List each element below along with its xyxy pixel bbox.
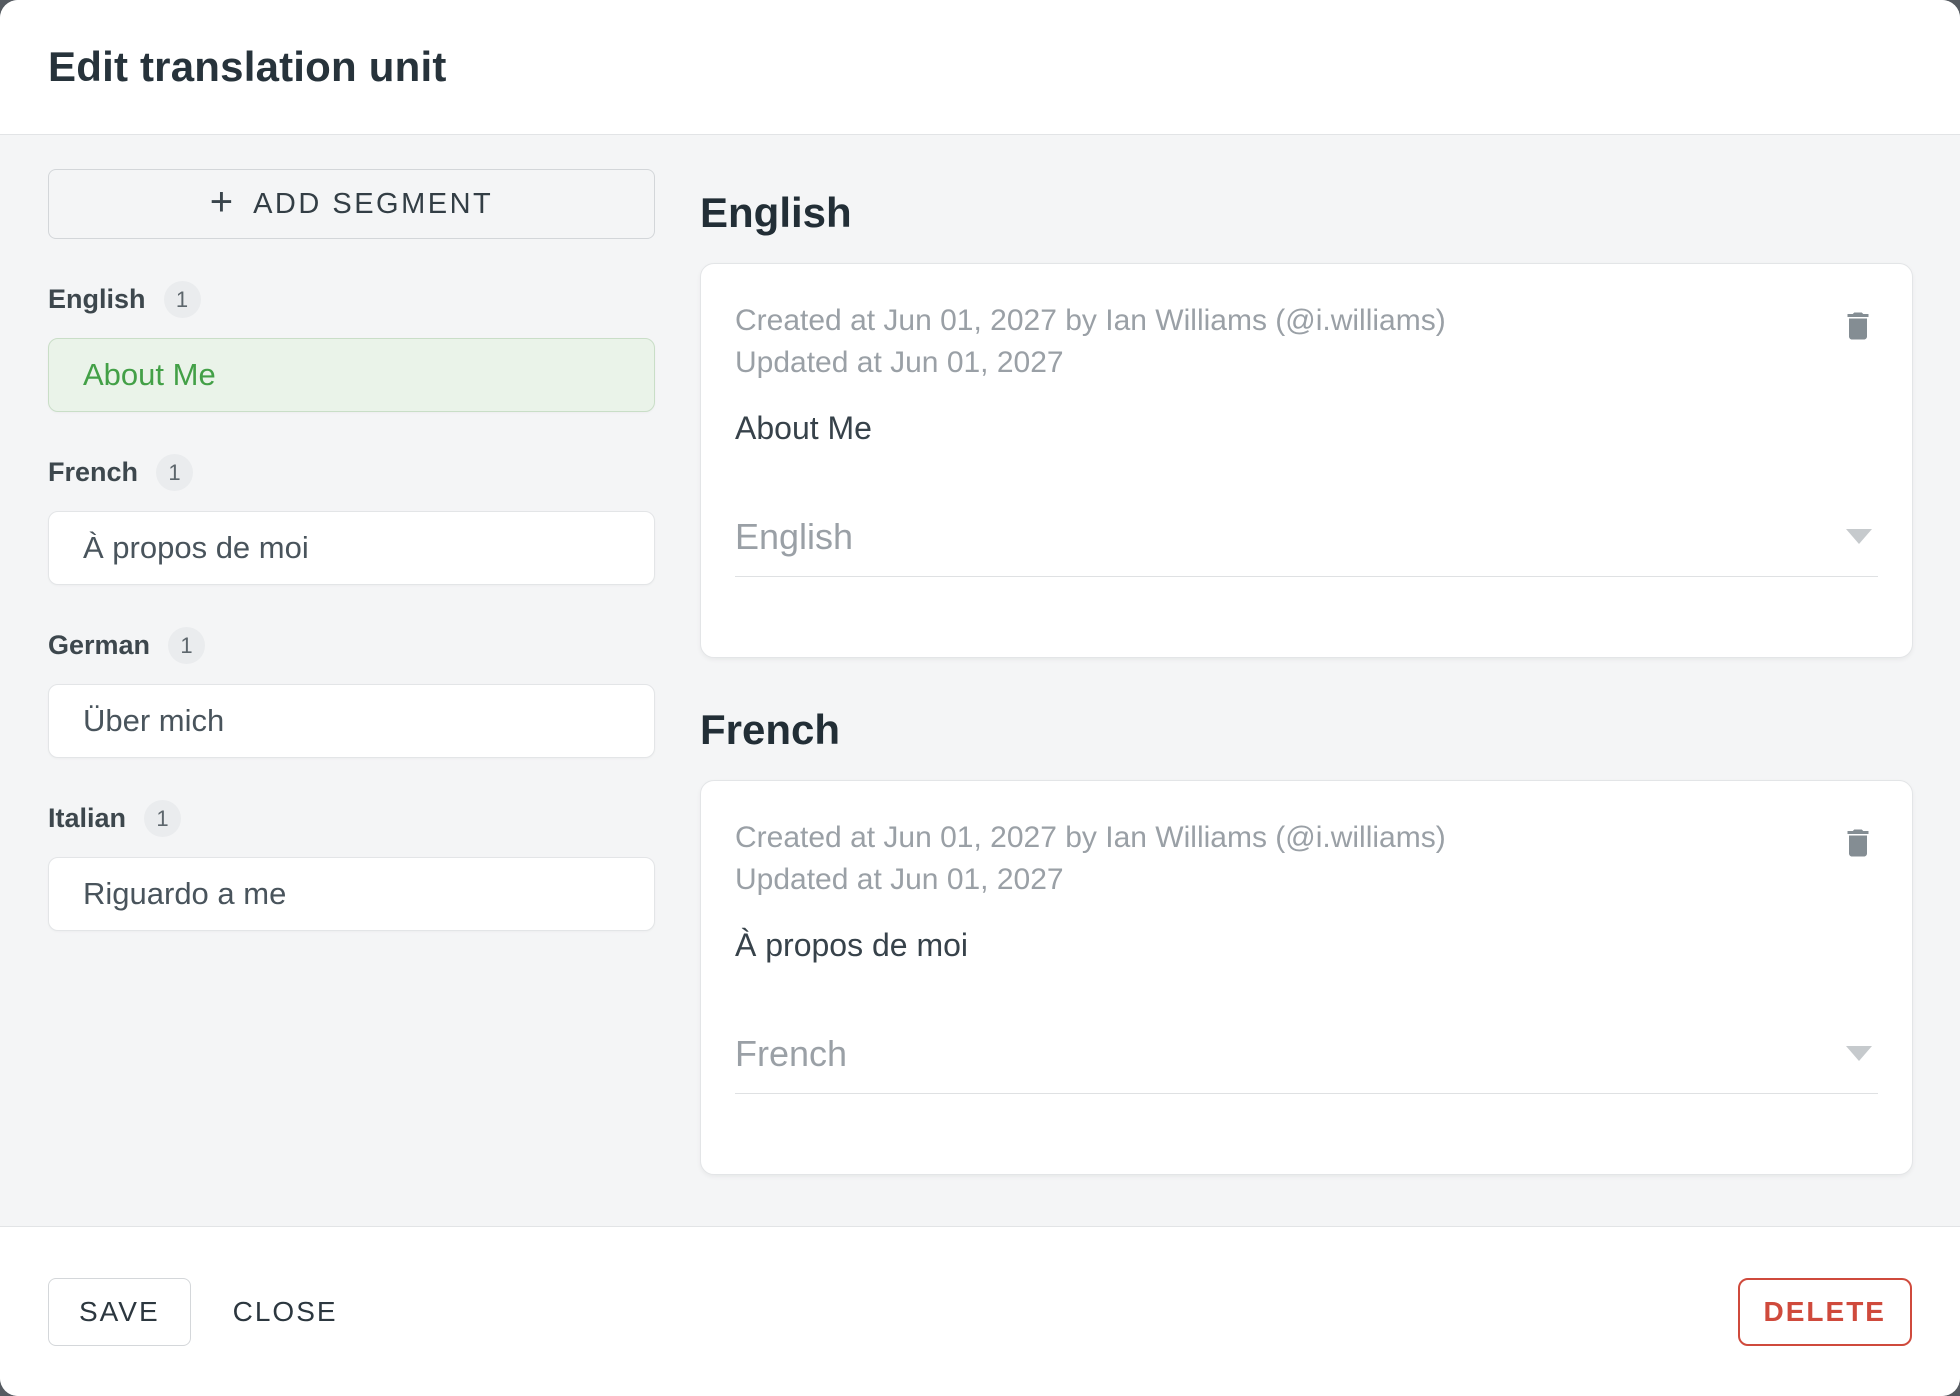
chevron-down-icon [1846, 1046, 1872, 1061]
segments-sidebar: + ADD SEGMENT English 1 About Me French … [48, 169, 655, 1226]
footer-left-actions: SAVE CLOSE [48, 1277, 1738, 1346]
language-label: German [48, 630, 151, 660]
language-label: Italian [48, 803, 127, 833]
dialog-footer: SAVE CLOSE DELETE [0, 1226, 1960, 1396]
language-select[interactable]: French [735, 1033, 1878, 1094]
trash-icon [1847, 312, 1869, 340]
segment-count-badge: 1 [156, 454, 194, 491]
language-select-value: English [735, 516, 854, 557]
segment-item-italian[interactable]: Riguardo a me [48, 857, 655, 931]
trash-icon [1847, 829, 1869, 857]
segment-text[interactable]: À propos de moi [735, 923, 1878, 967]
plus-icon: + [209, 180, 234, 224]
created-at-text: Created at Jun 01, 2027 by Ian Williams … [735, 821, 1446, 854]
delete-segment-button[interactable] [1834, 302, 1882, 350]
section-heading: French [700, 706, 841, 753]
translation-section-french: French Created at Jun 01, 2027 by Ian Wi… [700, 706, 1913, 1175]
section-heading: English [700, 189, 852, 236]
language-group-header-french: French 1 [48, 454, 655, 491]
translation-card: Created at Jun 01, 2027 by Ian Williams … [700, 780, 1913, 1175]
translation-section-english: English Created at Jun 01, 2027 by Ian W… [700, 189, 1913, 658]
language-group-header-english: English 1 [48, 281, 655, 318]
segment-count-badge: 1 [163, 281, 201, 318]
language-select-value: French [735, 1033, 848, 1074]
segment-item-text: À propos de moi [83, 530, 309, 565]
chevron-down-icon [1846, 529, 1872, 544]
card-meta: Created at Jun 01, 2027 by Ian Williams … [735, 817, 1446, 901]
segment-item-text: Über mich [83, 703, 225, 738]
created-at-text: Created at Jun 01, 2027 by Ian Williams … [735, 304, 1446, 337]
translations-panel: English Created at Jun 01, 2027 by Ian W… [700, 169, 1913, 1226]
language-label: French [48, 457, 139, 487]
dialog-title: Edit translation unit [48, 43, 447, 90]
segment-item-english[interactable]: About Me [48, 338, 655, 412]
segment-count-badge: 1 [168, 627, 206, 664]
language-group-header-italian: Italian 1 [48, 800, 655, 837]
updated-at-text: Updated at Jun 01, 2027 [735, 863, 1064, 896]
segment-item-french[interactable]: À propos de moi [48, 511, 655, 585]
language-group-header-german: German 1 [48, 627, 655, 664]
delete-segment-button[interactable] [1834, 819, 1882, 867]
close-button[interactable]: CLOSE [201, 1278, 370, 1346]
dialog-body: + ADD SEGMENT English 1 About Me French … [0, 135, 1960, 1226]
add-segment-button[interactable]: + ADD SEGMENT [48, 169, 655, 239]
segment-item-text: Riguardo a me [83, 876, 287, 911]
translation-card: Created at Jun 01, 2027 by Ian Williams … [700, 263, 1913, 658]
segment-item-german[interactable]: Über mich [48, 684, 655, 758]
add-segment-label: ADD SEGMENT [253, 187, 494, 220]
dialog-header: Edit translation unit [0, 0, 1960, 135]
edit-translation-unit-dialog: Edit translation unit + ADD SEGMENT Engl… [0, 0, 1960, 1396]
delete-button[interactable]: DELETE [1737, 1277, 1912, 1346]
updated-at-text: Updated at Jun 01, 2027 [735, 346, 1064, 379]
card-meta: Created at Jun 01, 2027 by Ian Williams … [735, 300, 1446, 384]
save-button[interactable]: SAVE [48, 1277, 191, 1346]
segment-count-badge: 1 [144, 800, 182, 837]
segment-text[interactable]: About Me [735, 406, 1878, 450]
card-header-row: Created at Jun 01, 2027 by Ian Williams … [735, 817, 1878, 901]
language-label: English [48, 284, 146, 314]
segment-item-text: About Me [83, 357, 216, 392]
language-select[interactable]: English [735, 516, 1878, 577]
card-header-row: Created at Jun 01, 2027 by Ian Williams … [735, 300, 1878, 384]
